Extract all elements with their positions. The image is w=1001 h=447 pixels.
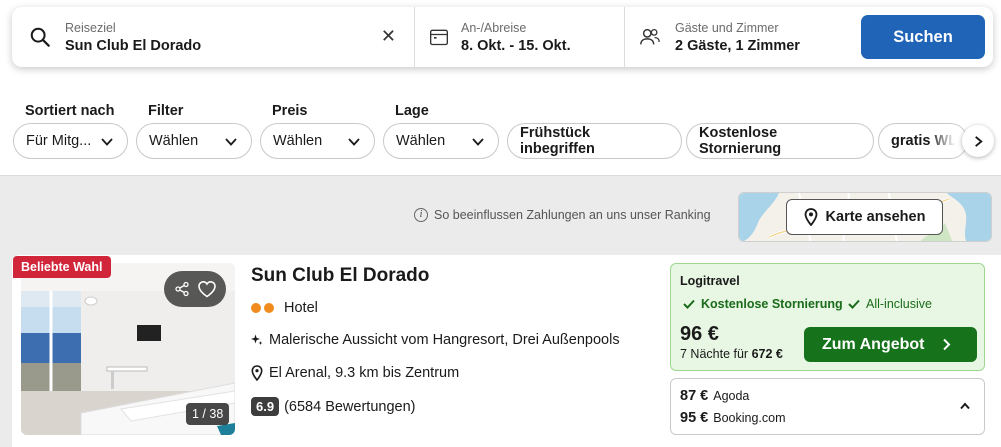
- scroll-right-button[interactable]: [962, 125, 994, 157]
- search-icon: [30, 27, 50, 47]
- location-pin-icon: [251, 365, 263, 381]
- heart-icon[interactable]: [197, 280, 217, 298]
- price-dropdown[interactable]: Wählen: [260, 123, 375, 159]
- chevron-right-icon: [943, 338, 951, 351]
- other-offer-row[interactable]: 87 € Agoda: [680, 388, 749, 404]
- check-icon: [683, 299, 695, 309]
- offer-price: 96 €: [680, 323, 719, 345]
- other-offer-provider: Booking.com: [713, 411, 786, 425]
- destination-value[interactable]: Sun Club El Dorado: [65, 38, 201, 54]
- guests-label: Gäste und Zimmer: [675, 20, 779, 35]
- chevron-right-icon: [974, 135, 983, 147]
- location-dropdown[interactable]: Wählen: [383, 123, 499, 159]
- ranking-info-link[interactable]: i So beeinflussen Zahlungen an uns unser…: [414, 208, 711, 222]
- share-icon[interactable]: [174, 281, 190, 297]
- chip-cancellation-label: Kostenlose Stornierung: [699, 125, 782, 157]
- sort-label: Sortiert nach: [25, 103, 115, 119]
- popular-badge: Beliebte Wahl: [13, 256, 111, 278]
- destination-field[interactable]: Reiseziel Sun Club El Dorado ✕: [12, 7, 415, 67]
- rating-score: 6.9: [251, 397, 280, 416]
- sparkle-icon: [251, 334, 263, 345]
- check-icon: [848, 299, 860, 309]
- other-offer-row[interactable]: 95 € Booking.com: [680, 410, 786, 426]
- chevron-down-icon: [225, 138, 237, 146]
- photo-actions: [164, 271, 226, 307]
- dates-value[interactable]: 8. Okt. - 15. Okt.: [461, 38, 571, 54]
- location-value: Wählen: [396, 133, 446, 149]
- guests-icon: [640, 28, 660, 45]
- hotel-type-label: Hotel: [284, 300, 318, 316]
- other-offer-provider: Agoda: [713, 389, 750, 403]
- go-to-offer-label: Zum Angebot: [822, 335, 925, 353]
- guests-value[interactable]: 2 Gäste, 1 Zimmer: [675, 38, 800, 54]
- chevron-up-icon[interactable]: [959, 400, 971, 412]
- other-offer-price: 87 €: [680, 388, 709, 404]
- search-button[interactable]: Suchen: [861, 15, 985, 59]
- hotel-location: El Arenal, 9.3 km bis Zentrum: [251, 365, 459, 381]
- show-map-label: Karte ansehen: [825, 209, 926, 225]
- filter-label: Filter: [148, 103, 184, 119]
- map-pin-icon: [804, 208, 817, 226]
- dates-field[interactable]: An-/Abreise 8. Okt. - 15. Okt.: [415, 7, 625, 67]
- hotel-feature: Malerische Aussicht vom Hangresort, Drei…: [251, 332, 620, 348]
- sort-value: Für Mitg...: [26, 133, 92, 149]
- chevron-down-icon: [472, 138, 484, 146]
- hotel-name[interactable]: Sun Club El Dorado: [251, 265, 429, 287]
- star-dot-icon: [251, 303, 261, 313]
- offer-nights: 7 Nächte für 672 €: [680, 347, 783, 361]
- chip-breakfast-label: Frühstück inbegriffen: [520, 125, 595, 157]
- star-dot-icon: [264, 303, 274, 313]
- offer-check1-text: Kostenlose Stornierung: [701, 297, 843, 311]
- hotel-rating[interactable]: 6.9 (6584 Bewertungen): [251, 397, 415, 416]
- hotel-location-text: El Arenal, 9.3 km bis Zentrum: [269, 365, 460, 381]
- chip-free-cancellation[interactable]: Kostenlose Stornierung: [686, 123, 874, 159]
- calendar-icon: [430, 29, 448, 46]
- offer-check-cancellation: Kostenlose Stornierung: [683, 297, 843, 311]
- review-count: (6584 Bewertungen): [284, 398, 416, 415]
- filter-value: Wählen: [149, 133, 199, 149]
- offer-check-allinclusive: All-inclusive: [848, 297, 932, 311]
- hotel-feature-text: Malerische Aussicht vom Hangresort, Drei…: [269, 332, 620, 348]
- clear-icon[interactable]: ✕: [381, 26, 396, 47]
- chevron-down-icon: [101, 138, 113, 146]
- ranking-info-text: So beeinflussen Zahlungen an uns unser R…: [434, 208, 711, 222]
- price-label: Preis: [272, 103, 308, 119]
- photo-counter: 1 / 38: [186, 403, 230, 425]
- best-offer-box[interactable]: Logitravel Kostenlose Stornierung All-in…: [670, 263, 985, 371]
- guests-field[interactable]: Gäste und Zimmer 2 Gäste, 1 Zimmer: [625, 7, 861, 67]
- destination-label: Reiseziel: [65, 20, 116, 35]
- dates-label: An-/Abreise: [461, 20, 527, 35]
- sort-dropdown[interactable]: Für Mitg...: [13, 123, 128, 159]
- price-value: Wählen: [273, 133, 323, 149]
- search-bar: Reiseziel Sun Club El Dorado ✕ An-/Abrei…: [12, 7, 993, 67]
- chip-wifi[interactable]: gratis WLAN: [878, 123, 968, 159]
- offer-provider: Logitravel: [680, 274, 740, 288]
- other-offers-box[interactable]: 87 € Agoda 95 € Booking.com: [670, 378, 985, 435]
- other-offer-price: 95 €: [680, 410, 709, 426]
- location-label: Lage: [395, 103, 429, 119]
- chevron-down-icon: [348, 138, 360, 146]
- hotel-type: Hotel: [251, 300, 318, 316]
- offer-nights-prefix: 7 Nächte für: [680, 347, 749, 361]
- offer-nights-total: 672 €: [751, 347, 783, 361]
- chip-breakfast[interactable]: Frühstück inbegriffen: [507, 123, 682, 159]
- offer-check2-text: All-inclusive: [866, 297, 932, 311]
- info-icon: i: [414, 208, 428, 222]
- go-to-offer-button[interactable]: Zum Angebot: [804, 327, 977, 362]
- show-map-button[interactable]: Karte ansehen: [786, 199, 943, 235]
- filter-dropdown[interactable]: Wählen: [136, 123, 252, 159]
